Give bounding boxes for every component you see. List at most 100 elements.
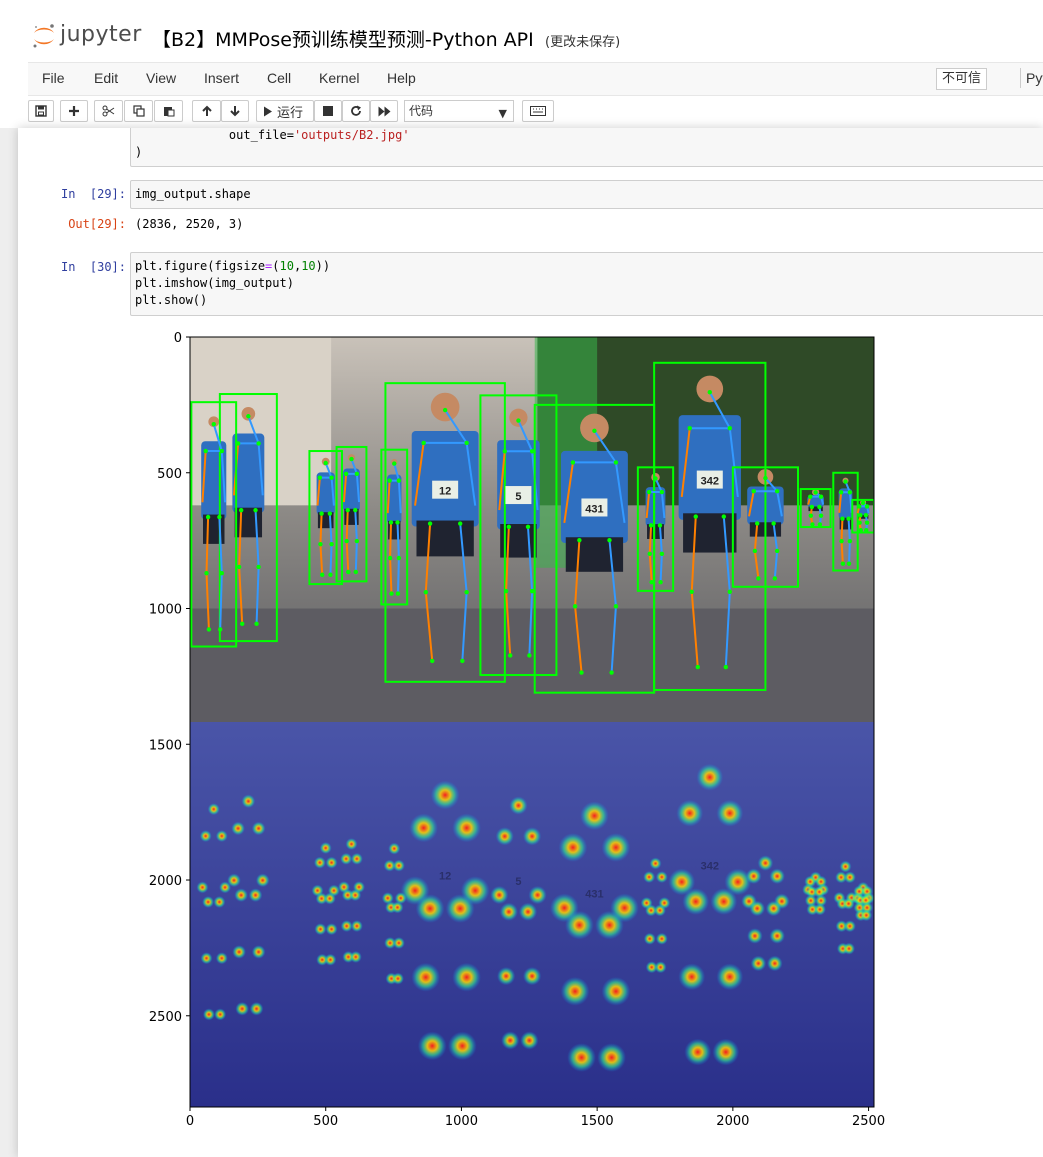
keypoint — [319, 511, 324, 516]
restart-button[interactable] — [342, 100, 370, 122]
keypoint — [240, 621, 245, 626]
keypoint — [206, 627, 212, 632]
cut-button[interactable] — [94, 100, 123, 122]
menu-help[interactable]: Help — [387, 70, 416, 86]
code-line: img_output.shape — [135, 187, 251, 201]
code-cell-30[interactable]: plt.figure(figsize=(10,10)) plt.imshow(i… — [130, 252, 1043, 316]
keypoint — [808, 494, 813, 499]
keypoint — [460, 658, 465, 664]
keypoint-heatmap-blob — [567, 1043, 596, 1072]
runner-shorts — [565, 537, 624, 572]
output-text-29: (2836, 2520, 3) — [135, 217, 244, 231]
keypoint-heatmap-blob — [340, 852, 353, 865]
y-tick-label: 2500 — [149, 1010, 182, 1025]
keypoint-heatmap-blob — [522, 967, 542, 986]
in-prompt-30: In [30]: — [60, 260, 126, 274]
keypoint-heatmap-blob — [716, 799, 744, 827]
menu-insert[interactable]: Insert — [204, 70, 239, 86]
command-palette-button[interactable] — [522, 100, 554, 122]
keypoint — [219, 571, 225, 576]
keypoint — [343, 471, 349, 477]
keypoint — [864, 528, 869, 533]
keypoint — [387, 555, 393, 561]
kernel-indicator[interactable]: Pyt — [1020, 68, 1043, 88]
pose-estimation-output-figure: 12 5 431 342 12 5 431 342 0 500 1000 1500 2000 2500 0 5… — [149, 331, 885, 1129]
keypoint-heatmap-blob — [676, 799, 704, 827]
notebook-title[interactable]: 【B2】MMPose预训练模型预测-Python API — [152, 25, 534, 52]
keypoint-heatmap-blob — [314, 923, 327, 936]
keypoint — [818, 494, 824, 499]
keypoint-heatmap-blob — [520, 1031, 539, 1050]
keypoint — [525, 524, 531, 530]
keypoint — [329, 475, 334, 480]
keypoint-heatmap-blob — [843, 920, 856, 933]
move-down-button[interactable] — [221, 100, 249, 122]
stop-icon — [323, 106, 333, 116]
keypoint — [353, 569, 358, 575]
code-line: plt.show() — [135, 293, 208, 307]
keypoint-heatmap-blob — [580, 801, 609, 831]
restart-run-all-button[interactable] — [370, 100, 398, 122]
keypoint — [707, 390, 712, 395]
keypoint — [508, 653, 513, 658]
keypoint — [217, 514, 222, 520]
keypoint — [613, 460, 619, 465]
keypoint-heatmap-blob — [325, 923, 338, 936]
keypoint — [751, 489, 756, 494]
prev-code-cell[interactable]: out_file='outputs/B2.jpg' ) — [130, 128, 1043, 167]
keypoint — [763, 475, 768, 481]
keypoint — [238, 507, 244, 513]
insert-cell-button[interactable] — [60, 100, 88, 122]
menu-file[interactable]: File — [42, 70, 65, 86]
keypoint-heatmap-blob — [213, 896, 226, 909]
keypoint — [818, 513, 824, 518]
keypoint — [846, 561, 852, 566]
keypoint-heatmap-blob — [251, 821, 266, 836]
paste-button[interactable] — [154, 100, 183, 122]
logo-text[interactable]: jupyter — [60, 22, 142, 47]
keypoint — [817, 522, 823, 527]
copy-button[interactable] — [124, 100, 153, 122]
arrow-up-icon — [201, 105, 212, 116]
menu-cell[interactable]: Cell — [267, 70, 291, 86]
keypoint — [529, 449, 535, 454]
keypoint-heatmap-blob — [682, 888, 710, 915]
keypoint — [318, 541, 323, 547]
jupyter-logo-icon[interactable] — [30, 22, 58, 50]
save-button[interactable] — [28, 100, 54, 122]
keypoint — [329, 541, 334, 547]
keypoint — [464, 440, 469, 446]
code-line: ) — [135, 145, 143, 159]
bib-number: 431 — [585, 888, 603, 900]
menu-edit[interactable]: Edit — [94, 70, 118, 86]
interrupt-button[interactable] — [314, 100, 342, 122]
code-token: )) — [315, 259, 331, 273]
code-string: 'outputs/B2.jpg' — [293, 128, 410, 142]
keypoint — [840, 561, 846, 566]
keypoint — [687, 426, 692, 431]
run-label: 运行 — [277, 104, 304, 120]
bib-number: 342 — [701, 861, 719, 873]
keypoint — [464, 590, 469, 595]
y-tick-label: 0 — [174, 331, 182, 346]
keypoint-heatmap-blob — [655, 871, 668, 884]
keypoint-heatmap-blob — [207, 803, 220, 816]
run-button[interactable]: 运行 — [256, 100, 314, 122]
move-up-button[interactable] — [192, 100, 221, 122]
keypoint — [353, 507, 358, 513]
code-token: ( — [272, 259, 280, 273]
keypoint — [857, 504, 862, 509]
keypoint — [723, 664, 729, 670]
keypoint — [395, 520, 400, 525]
keypoint-heatmap-blob — [843, 871, 856, 884]
keypoint-heatmap-blob — [319, 842, 332, 855]
menu-view[interactable]: View — [146, 70, 176, 86]
keypoint-heatmap-blob — [409, 813, 438, 843]
trust-button[interactable]: 不可信 — [936, 68, 988, 90]
keypoint — [860, 500, 866, 506]
code-cell-29[interactable]: img_output.shape — [130, 180, 1043, 209]
menu-kernel[interactable]: Kernel — [319, 70, 359, 86]
cell-type-select[interactable]: 代码 ▼ — [404, 100, 514, 122]
x-tick-label: 1500 — [581, 1114, 614, 1129]
keypoint-heatmap-blob — [200, 952, 213, 965]
